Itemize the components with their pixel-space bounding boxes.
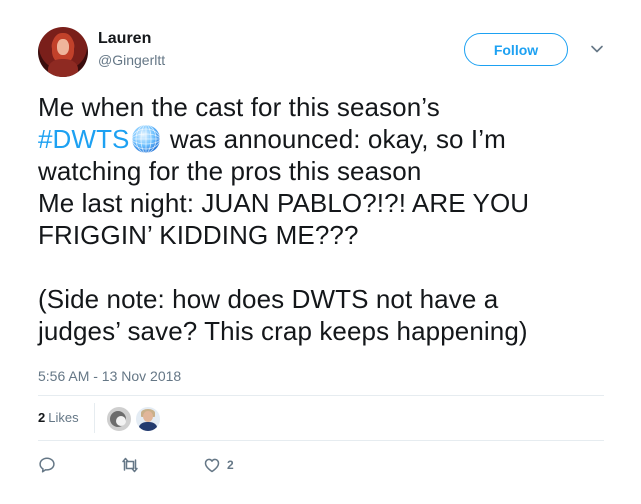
follow-button[interactable]: Follow: [464, 33, 568, 66]
tweet-line: Me last night: JUAN PABLO?!?! ARE YOU: [38, 188, 530, 218]
tweet-line-rest: was announced: okay, so I’m: [162, 124, 506, 154]
tweet-line: judges’ save? This crap keeps happening): [38, 316, 528, 346]
vertical-divider: [94, 403, 95, 433]
tweet-text: Me when the cast for this season’s #DWTS…: [38, 91, 598, 347]
likes-label: Likes: [48, 410, 79, 425]
liker-avatar[interactable]: [134, 405, 162, 433]
tweet-line: (Side note: how does DWTS not have a: [38, 284, 499, 314]
likes-number: 2: [38, 410, 46, 425]
tweet-line: watching for the pros this season: [38, 156, 422, 186]
disco-ball-emoji: [131, 124, 160, 154]
retweet-icon: [122, 457, 138, 473]
heart-icon: [204, 458, 220, 473]
reply-icon: [39, 457, 55, 473]
like-count: 2: [227, 458, 234, 472]
tweet-line: FRIGGIN’ KIDDING ME???: [38, 220, 359, 250]
chevron-down-icon[interactable]: [590, 42, 604, 56]
likes-count[interactable]: 2 Likes: [38, 410, 79, 425]
liker-avatar-shape: [116, 416, 126, 426]
author-name[interactable]: Lauren: [98, 30, 151, 48]
avatar-body: [48, 59, 78, 77]
tweet-line: #DWTS was announced: okay, so I’m: [38, 123, 598, 155]
liker-avatar-face: [143, 411, 153, 422]
like-button[interactable]: 2: [203, 456, 234, 474]
retweet-button[interactable]: [120, 456, 140, 474]
liker-avatar[interactable]: [105, 405, 133, 433]
tweet-line: Me when the cast for this season’s: [38, 92, 440, 122]
liker-avatar-body: [139, 422, 157, 431]
avatar-face: [57, 39, 69, 55]
tweet-timestamp[interactable]: 5:56 AM - 13 Nov 2018: [38, 368, 181, 384]
divider: [38, 395, 604, 396]
author-handle[interactable]: @Gingerltt: [98, 52, 165, 68]
hashtag-link[interactable]: #DWTS: [38, 124, 130, 154]
author-avatar[interactable]: [38, 27, 88, 77]
divider: [38, 440, 604, 441]
reply-button[interactable]: [38, 456, 56, 474]
